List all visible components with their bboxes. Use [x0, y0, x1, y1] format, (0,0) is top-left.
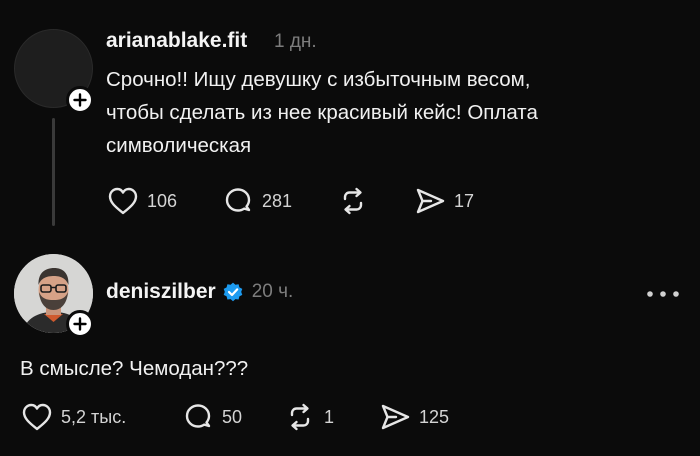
- post-1-text-line: символическая: [106, 134, 252, 157]
- share-count: 125: [419, 406, 450, 427]
- repost-count: 1: [324, 406, 335, 427]
- follow-button-post-2[interactable]: [66, 310, 94, 338]
- reply-count: 281: [262, 190, 293, 211]
- comment-icon: [225, 188, 251, 212]
- more-options-button[interactable]: [646, 286, 680, 302]
- plus-icon: [73, 93, 87, 107]
- like-button-post-1[interactable]: 106: [107, 186, 177, 216]
- reply-button-post-1[interactable]: 281: [222, 186, 292, 216]
- post-2-text: В смысле? Чемодан???: [20, 357, 249, 380]
- comment-icon: [185, 404, 211, 428]
- repost-button-post-1[interactable]: [337, 186, 377, 216]
- more-icon: [647, 291, 679, 297]
- post-2: deniszilber 20 ч. В смысле? Чемодан??? 5…: [0, 240, 700, 456]
- like-count: 5,2 тыс.: [61, 406, 127, 427]
- like-button-post-2[interactable]: 5,2 тыс.: [21, 402, 126, 432]
- send-icon: [416, 188, 445, 214]
- repost-icon: [290, 403, 310, 431]
- reply-button-post-2[interactable]: 50: [182, 402, 242, 432]
- post-2-username[interactable]: deniszilber: [106, 280, 216, 304]
- share-button-post-1[interactable]: 17: [414, 186, 474, 216]
- thread-line: [52, 118, 55, 226]
- post-1-text-line: чтобы сделать из нее красивый кейс! Опла…: [106, 101, 538, 124]
- post-1-text-line: Срочно!! Ищу девушку с избыточным весом,: [106, 68, 531, 91]
- post-2-timestamp: 20 ч.: [251, 281, 294, 302]
- post-1-timestamp: 1 дн.: [274, 31, 317, 52]
- share-button-post-2[interactable]: 125: [379, 402, 449, 432]
- share-count: 17: [454, 190, 475, 211]
- reply-count: 50: [222, 406, 243, 427]
- post-1-username[interactable]: arianablake.fit: [106, 29, 247, 53]
- repost-icon: [343, 187, 363, 215]
- follow-button-post-1[interactable]: [66, 86, 94, 114]
- heart-icon: [22, 403, 52, 431]
- verified-badge-icon: [223, 282, 243, 302]
- repost-button-post-2[interactable]: 1: [284, 402, 334, 432]
- heart-icon: [108, 187, 138, 215]
- post-2-header: deniszilber 20 ч.: [106, 280, 293, 304]
- plus-icon: [73, 317, 87, 331]
- like-count: 106: [147, 190, 178, 211]
- send-icon: [381, 404, 410, 430]
- post-1: arianablake.fit 1 дн. Срочно!! Ищу девуш…: [0, 0, 700, 240]
- post-1-text: Срочно!! Ищу девушку с избыточным весом,…: [106, 63, 686, 162]
